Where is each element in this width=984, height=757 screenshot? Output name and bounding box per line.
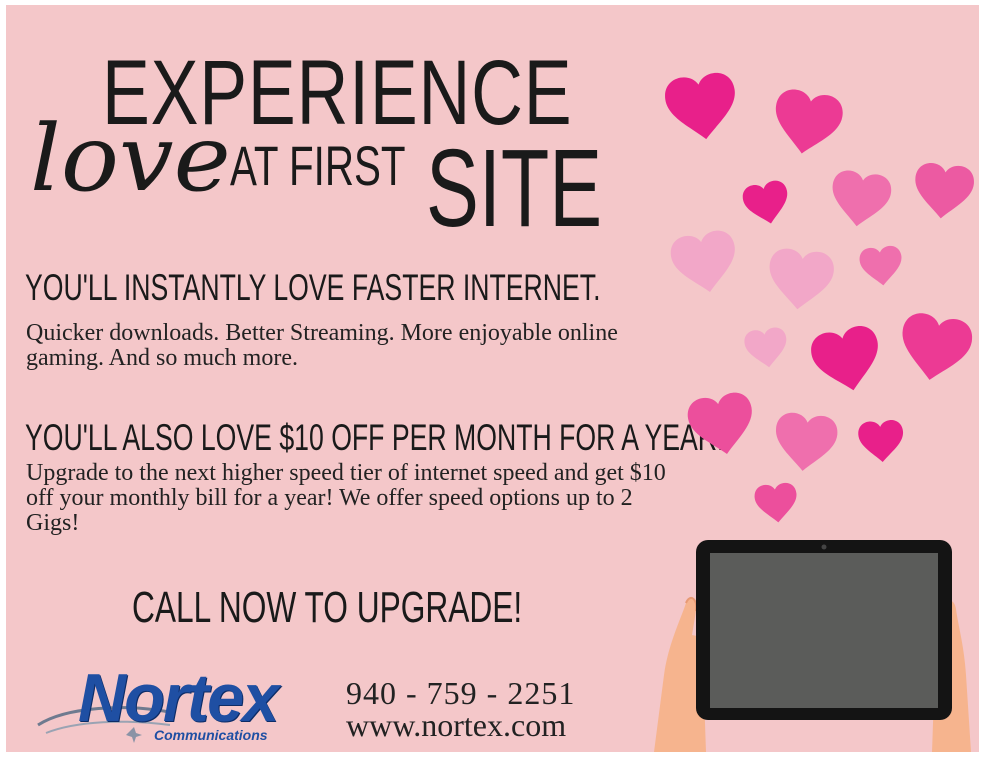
headline-site: SITE: [426, 127, 603, 250]
logo-tagline: Communications: [154, 727, 268, 743]
heart-icon: [753, 481, 800, 525]
heart-icon: [895, 310, 976, 387]
call-to-action: CALL NOW TO UPGRADE!: [132, 583, 523, 632]
tablet-illustration: [654, 540, 971, 752]
tablet-device: [696, 540, 952, 720]
heart-icon: [740, 178, 793, 229]
heart-icon: [742, 326, 790, 371]
section2-body: Upgrade to the next higher speed tier of…: [26, 460, 666, 536]
hearts-illustration: [662, 70, 976, 525]
heart-icon: [768, 86, 846, 160]
heart-icon: [684, 389, 759, 460]
nortex-logo: Nortex Communications: [36, 660, 306, 747]
logo-wordmark: Nortex: [78, 660, 279, 736]
headline-love: love: [30, 105, 231, 212]
advertisement: EXPERIENCE love AT FIRST SITE YOU'LL INS…: [6, 5, 979, 752]
heart-icon: [667, 227, 742, 298]
section2-heading: YOU'LL ALSO LOVE $10 OFF PER MONTH FOR A…: [25, 417, 725, 458]
heart-icon: [911, 161, 976, 222]
website-link[interactable]: www.nortex.com: [346, 707, 566, 744]
section1-body: Quicker downloads. Better Streaming. Mor…: [26, 320, 618, 371]
heart-icon: [827, 168, 894, 231]
heart-icon: [807, 322, 887, 398]
heart-icon: [771, 411, 840, 475]
heart-icon: [765, 246, 836, 313]
heart-icon: [858, 244, 905, 288]
headline-at-first: AT FIRST: [230, 134, 406, 197]
heart-icon: [662, 70, 741, 145]
heart-icon: [857, 419, 906, 464]
section1-heading: YOU'LL INSTANTLY LOVE FASTER INTERNET.: [25, 267, 601, 308]
